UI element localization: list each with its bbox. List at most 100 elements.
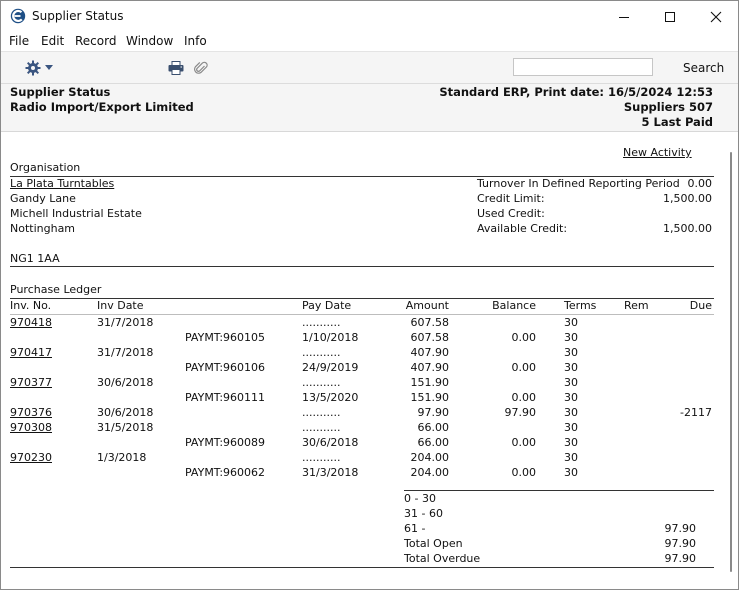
- purchase-ledger-label: Purchase Ledger: [10, 283, 102, 296]
- amount: 407.90: [410, 346, 450, 359]
- amount: 204.00: [410, 451, 450, 464]
- col-header-due: Due: [689, 299, 712, 312]
- available-credit-value: 1,500.00: [663, 222, 712, 235]
- report-header: Supplier Status Radio Import/Export Limi…: [1, 84, 738, 132]
- divider: [10, 314, 714, 315]
- amount: 97.90: [417, 406, 450, 419]
- summary-value: 97.90: [664, 537, 697, 550]
- balance: 0.00: [511, 361, 537, 374]
- col-header-balance: Balance: [492, 299, 536, 312]
- window-title: Supplier Status: [32, 9, 124, 23]
- pay-date: 24/9/2019: [302, 361, 359, 374]
- toolbar: Search: [1, 51, 738, 84]
- payment-ref: PAYMT:960105: [185, 331, 266, 344]
- search-button[interactable]: Search: [683, 61, 724, 75]
- balance: 0.00: [511, 391, 537, 404]
- available-credit-label: Available Credit:: [477, 222, 568, 235]
- invoice-number-link[interactable]: 970230: [10, 451, 52, 464]
- summary-label: 0 - 30: [404, 492, 436, 505]
- title-bar: Supplier Status: [1, 1, 738, 32]
- gear-icon[interactable]: [25, 60, 41, 76]
- invoice-date: 31/7/2018: [97, 316, 154, 329]
- summary-label: 61 -: [404, 522, 426, 535]
- col-header-amount: Amount: [405, 299, 449, 312]
- address-line-2: Michell Industrial Estate: [10, 207, 142, 220]
- invoice-number-link[interactable]: 970376: [10, 406, 52, 419]
- col-header-inv-date: Inv Date: [97, 299, 144, 312]
- balance: 0.00: [511, 331, 537, 344]
- invoice-date: 1/3/2018: [97, 451, 147, 464]
- terms: 30: [564, 436, 578, 449]
- payment-ref: PAYMT:960089: [185, 436, 266, 449]
- supplier-status-window: Supplier Status File Edit Record Window …: [0, 0, 739, 590]
- pay-date: ...........: [302, 346, 341, 359]
- pay-date: ...........: [302, 406, 341, 419]
- pay-date: ...........: [302, 421, 341, 434]
- maximize-button[interactable]: [647, 1, 693, 32]
- invoice-number-link[interactable]: 970308: [10, 421, 52, 434]
- invoice-date: 31/7/2018: [97, 346, 154, 359]
- search-input[interactable]: [513, 58, 653, 76]
- printer-icon[interactable]: [168, 61, 184, 75]
- menu-window[interactable]: Window: [126, 34, 173, 48]
- terms: 30: [564, 316, 578, 329]
- minimize-icon: [619, 16, 629, 18]
- summary-label: Total Open: [404, 537, 463, 550]
- pay-date: ...........: [302, 376, 341, 389]
- terms: 30: [564, 466, 578, 479]
- amount: 607.58: [410, 316, 450, 329]
- summary-value: 97.90: [664, 552, 697, 565]
- pay-date: 13/5/2020: [302, 391, 359, 404]
- invoice-date: 31/5/2018: [97, 421, 154, 434]
- new-activity-link[interactable]: New Activity: [623, 146, 692, 159]
- menu-file[interactable]: File: [9, 34, 29, 48]
- menu-info[interactable]: Info: [184, 34, 207, 48]
- col-header-rem: Rem: [624, 299, 649, 312]
- invoice-number-link[interactable]: 970377: [10, 376, 52, 389]
- menu-record[interactable]: Record: [75, 34, 116, 48]
- terms: 30: [564, 331, 578, 344]
- pay-date: 30/6/2018: [302, 436, 359, 449]
- pay-date: 1/10/2018: [302, 331, 359, 344]
- menu-bar: File Edit Record Window Info: [1, 32, 738, 51]
- amount: 607.58: [410, 331, 450, 344]
- paperclip-icon[interactable]: [194, 60, 208, 76]
- pay-date: 31/3/2018: [302, 466, 359, 479]
- invoice-date: 30/6/2018: [97, 406, 154, 419]
- pay-date: ...........: [302, 316, 341, 329]
- due-days: -2117: [680, 406, 712, 419]
- close-button[interactable]: [693, 1, 738, 32]
- col-header-terms: Terms: [564, 299, 597, 312]
- amount: 407.90: [410, 361, 450, 374]
- terms: 30: [564, 451, 578, 464]
- suppliers-range: Suppliers 507: [623, 100, 713, 114]
- balance: 97.90: [504, 406, 537, 419]
- terms: 30: [564, 346, 578, 359]
- credit-limit-value: 1,500.00: [663, 192, 712, 205]
- amount: 66.00: [417, 421, 450, 434]
- address-line-1: Gandy Lane: [10, 192, 76, 205]
- terms: 30: [564, 421, 578, 434]
- credit-limit-label: Credit Limit:: [477, 192, 545, 205]
- vertical-scrollbar[interactable]: [730, 152, 732, 572]
- summary-value: 97.90: [664, 522, 697, 535]
- payment-ref: PAYMT:960111: [185, 391, 266, 404]
- terms: 30: [564, 361, 578, 374]
- invoice-number-link[interactable]: 970418: [10, 316, 52, 329]
- invoice-number-link[interactable]: 970417: [10, 346, 52, 359]
- turnover-value: 0.00: [687, 177, 713, 190]
- payment-ref: PAYMT:960062: [185, 466, 266, 479]
- supplier-name-link[interactable]: La Plata Turntables: [10, 177, 114, 190]
- address-line-3: Nottingham: [10, 222, 76, 235]
- terms: 30: [564, 391, 578, 404]
- maximize-icon: [665, 11, 675, 22]
- chevron-down-icon[interactable]: [45, 65, 53, 70]
- amount: 151.90: [410, 391, 450, 404]
- col-header-pay-date: Pay Date: [302, 299, 352, 312]
- menu-edit[interactable]: Edit: [41, 34, 64, 48]
- postcode: NG1 1AA: [10, 252, 60, 265]
- minimize-button[interactable]: [601, 1, 647, 32]
- invoice-date: 30/6/2018: [97, 376, 154, 389]
- pay-date: ...........: [302, 451, 341, 464]
- terms: 30: [564, 406, 578, 419]
